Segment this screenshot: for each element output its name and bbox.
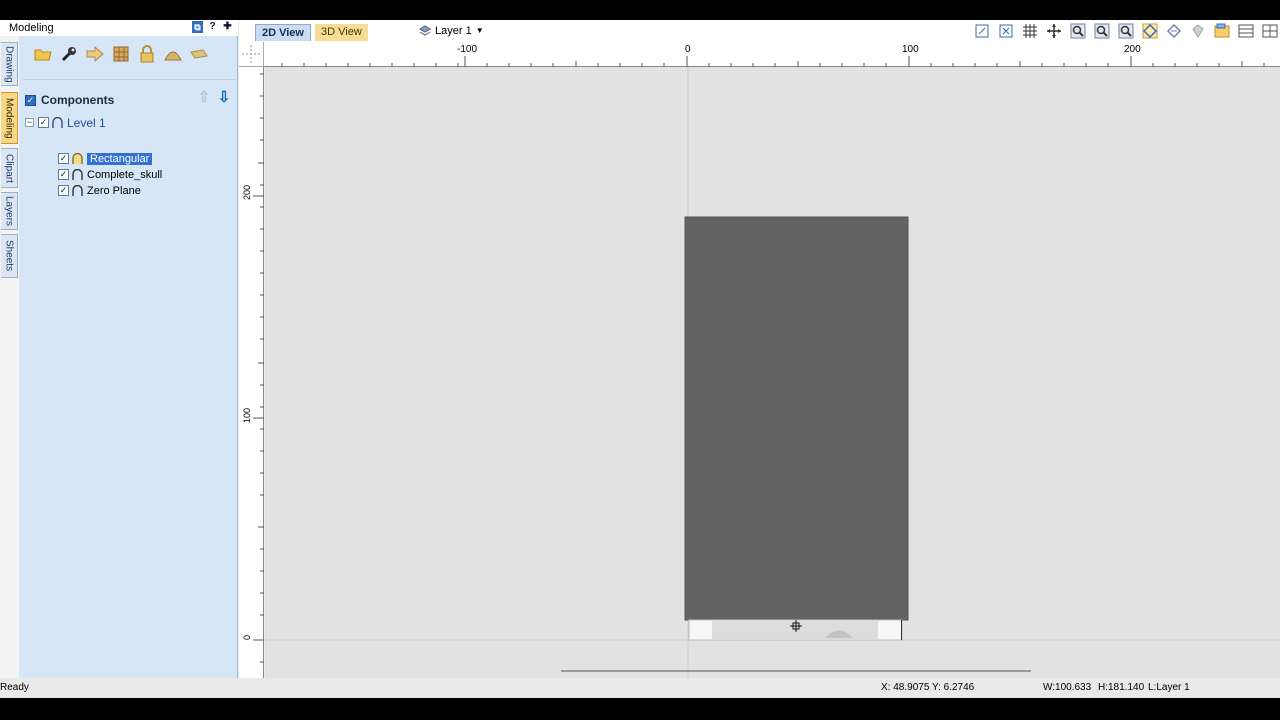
level-checkbox[interactable]: ✓ [38,117,49,128]
tab-drawing[interactable]: Drawing [1,42,18,86]
rotate-icon[interactable] [1140,21,1160,41]
tab-drawing-label: Drawing [3,45,15,83]
zoom-in-icon[interactable] [1092,21,1112,41]
open-folder-icon[interactable] [33,44,53,64]
component-arch-icon [72,169,83,180]
layers-icon[interactable] [1212,21,1232,41]
panel-controls: ⧉ ? ✚ [192,21,233,33]
horizontal-ruler: -100 0 100 200 [259,42,1280,67]
current-layer: L:Layer 1 [1148,682,1190,693]
zoom-out-icon[interactable] [1116,21,1136,41]
ruler-label-0: 0 [685,44,691,55]
move-up-icon[interactable]: ⇧ [195,88,213,106]
rectangular-component[interactable] [684,216,909,621]
ruler-label-v100: 100 [242,408,252,424]
zoom-extents-icon[interactable] [972,21,992,41]
pan-icon[interactable] [1044,21,1064,41]
item-checkbox[interactable]: ✓ [58,185,69,196]
window-icon[interactable] [1236,21,1256,41]
wedge-icon[interactable] [189,44,209,64]
level-label: Level 1 [67,115,106,130]
zoom-icon[interactable] [1068,21,1088,41]
level-arch-icon [52,117,63,128]
tab-clipart-label: Clipart [3,153,15,183]
cursor-coordinates: X: 48.9075 Y: 6.2746 [881,682,975,693]
fit-selection-icon[interactable] [996,21,1016,41]
selection-height: H:181.140 [1098,682,1145,693]
components-order-buttons: ⇧ ⇩ [195,88,233,106]
item-checkbox[interactable]: ✓ [58,153,69,164]
status-ready: Ready [0,682,29,693]
item-checkbox[interactable]: ✓ [58,169,69,180]
component-arch-icon [72,153,83,164]
tab-sheets[interactable]: Sheets [1,234,18,278]
tree-item-rectangular[interactable]: ✓ Rectangular [58,151,153,166]
texture-icon[interactable] [111,44,131,64]
tree-item-zero-plane[interactable]: ✓ Zero Plane [58,183,141,198]
lock-icon[interactable] [137,44,157,64]
ruler-corner [239,42,264,67]
ruler-label-v0: 0 [242,635,252,641]
ruler-label-neg100: -100 [457,44,478,55]
move-down-icon[interactable]: ⇩ [215,88,233,106]
layer-label: Layer 1 [435,25,472,37]
modeling-toolbar [19,36,238,72]
horizontal-scrollbar[interactable] [561,670,1031,672]
tab-layers[interactable]: Layers [1,192,18,230]
tree-level-row[interactable]: − ✓ Level 1 [25,115,106,130]
tree-item-label: Zero Plane [87,184,141,197]
tree-item-complete-skull[interactable]: ✓ Complete_skull [58,167,162,182]
dome-icon[interactable] [163,44,183,64]
ruler-label-200: 200 [1124,44,1141,55]
components-checkbox[interactable]: ✓ [25,94,36,106]
grid-icon[interactable] [1020,21,1040,41]
view-toolbar: 2D View 3D View Layer 1 ▼ [239,20,1280,42]
view-tools [972,21,1280,41]
panel-float-button[interactable]: ⧉ [192,21,203,33]
refresh-icon[interactable] [1164,21,1184,41]
panel-help-button[interactable]: ? [207,21,218,33]
tab-clipart[interactable]: Clipart [1,148,18,188]
status-bar: Ready X: 48.9075 Y: 6.2746 W:100.633 H:1… [0,678,1280,698]
vertical-tab-strip: Drawing Modeling Clipart Layers Sheets [0,20,19,678]
tree-item-label: Rectangular [87,152,153,165]
tab-layers-label: Layers [3,195,15,226]
tab-3d-view[interactable]: 3D View [315,24,368,41]
arrow-right-icon[interactable] [85,44,105,64]
ruler-label-100: 100 [902,44,919,55]
application-window: Drawing Modeling Clipart Layers Sheets M… [0,20,1280,698]
tab-modeling-label: Modeling [3,97,15,139]
component-arch-icon [72,185,83,196]
ruler-label-v200: 200 [242,185,252,201]
layer-dropdown[interactable]: Layer 1 ▼ [419,23,484,39]
tree-item-label: Complete_skull [87,168,163,181]
tab-sheets-label: Sheets [3,240,15,272]
vertical-ruler: 200 100 0 [239,67,264,678]
layer-icon [419,25,431,36]
panel-divider [23,79,235,80]
skull-preview [712,621,878,639]
tab-2d-view[interactable]: 2D View [255,24,311,41]
split-icon[interactable] [1260,21,1280,41]
selection-width: W:100.633 [1043,682,1092,693]
collapse-icon[interactable]: − [25,118,34,127]
2d-view-canvas[interactable] [265,67,1280,678]
modeling-panel: ✓ Components ⇧ ⇩ − ✓ Level 1 ✓ Rectangul… [19,36,238,678]
components-label: Components [41,93,115,107]
shade-icon[interactable] [1188,21,1208,41]
wrench-icon[interactable] [59,44,79,64]
tab-modeling[interactable]: Modeling [1,92,18,144]
panel-pin-button[interactable]: ✚ [222,21,233,33]
chevron-down-icon: ▼ [475,26,484,35]
